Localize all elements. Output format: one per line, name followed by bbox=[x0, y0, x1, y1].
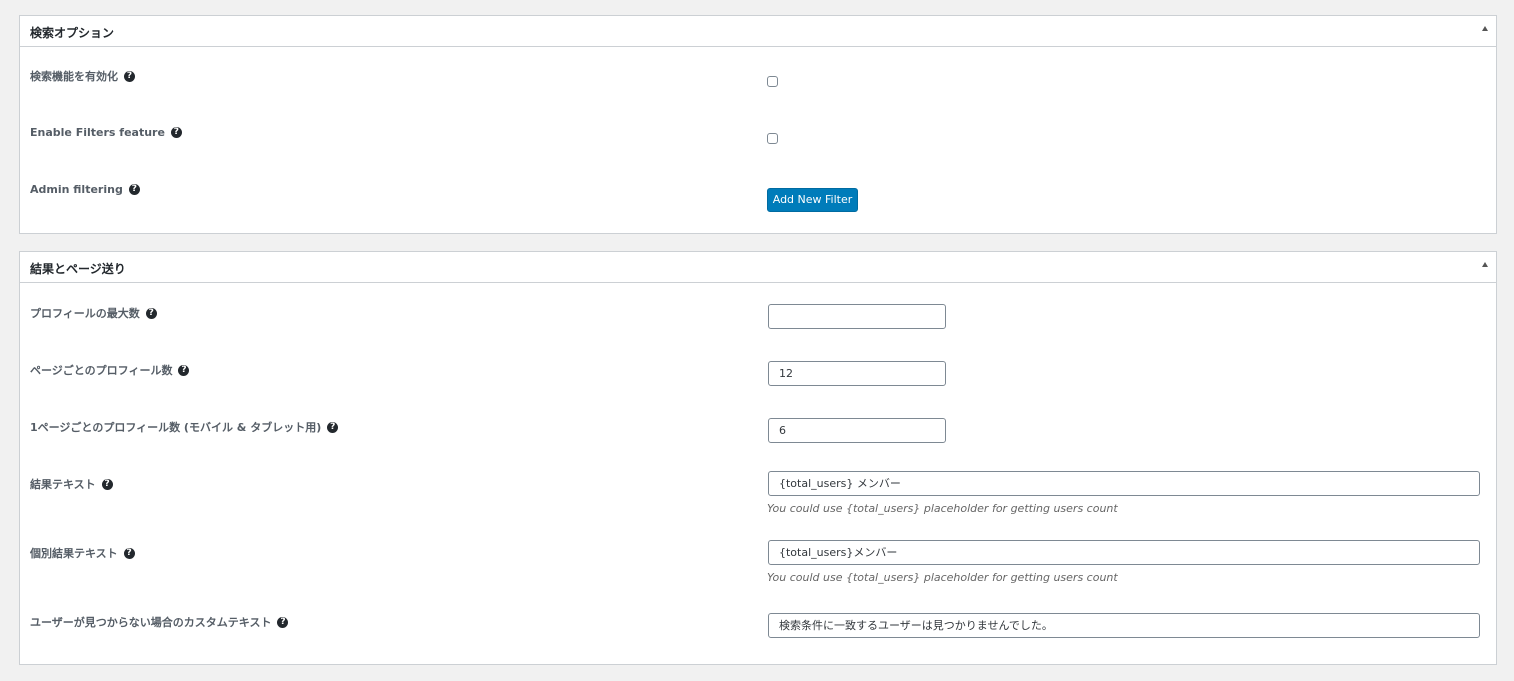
help-icon[interactable]: ? bbox=[101, 478, 113, 490]
enable-filters-checkbox[interactable] bbox=[767, 133, 778, 144]
admin-filtering-label: Admin filtering ? bbox=[30, 183, 140, 196]
search-options-header[interactable]: 検索オプション bbox=[20, 16, 1496, 47]
collapse-toggle-icon[interactable] bbox=[1482, 262, 1488, 267]
help-icon[interactable]: ? bbox=[277, 616, 289, 628]
single-result-text-label: 個別結果テキスト ? bbox=[30, 545, 135, 561]
help-icon[interactable]: ? bbox=[123, 547, 135, 559]
no-users-text-input[interactable]: 検索条件に一致するユーザーは見つかりませんでした。 bbox=[768, 613, 1480, 638]
help-icon[interactable]: ? bbox=[170, 127, 182, 138]
enable-search-checkbox[interactable] bbox=[767, 76, 778, 87]
max-profiles-input[interactable] bbox=[768, 304, 946, 329]
profiles-per-page-label-text: ページごとのプロフィール数 bbox=[30, 364, 173, 377]
enable-search-label-text: 検索機能を有効化 bbox=[30, 70, 118, 83]
results-text-label: 結果テキスト ? bbox=[30, 476, 113, 492]
results-text-description: You could use {total_users} placeholder … bbox=[767, 502, 1118, 515]
enable-filters-label-text: Enable Filters feature bbox=[30, 126, 165, 139]
help-icon[interactable]: ? bbox=[128, 184, 140, 195]
help-icon[interactable]: ? bbox=[145, 307, 157, 319]
profiles-per-page-label: ページごとのプロフィール数 ? bbox=[30, 362, 190, 378]
max-profiles-label-text: プロフィールの最大数 bbox=[30, 307, 140, 320]
search-options-title: 検索オプション bbox=[30, 26, 115, 40]
search-options-panel: 検索オプション 検索機能を有効化 ? Enable Filters featur… bbox=[19, 15, 1497, 234]
no-users-text-label-text: ユーザーが見つからない場合のカスタムテキスト bbox=[30, 616, 272, 629]
results-pagination-panel: 結果とページ送り プロフィールの最大数 ? ページごとのプロフィール数 ? 12… bbox=[19, 251, 1497, 665]
help-icon[interactable]: ? bbox=[327, 421, 339, 433]
single-result-text-input[interactable]: {total_users}メンバー bbox=[768, 540, 1480, 565]
profiles-per-page-mobile-label-text: 1ページごとのプロフィール数 (モバイル & タブレット用) bbox=[30, 421, 322, 434]
results-text-label-text: 結果テキスト bbox=[30, 478, 96, 491]
collapse-toggle-icon[interactable] bbox=[1482, 26, 1488, 31]
help-icon[interactable]: ? bbox=[178, 364, 190, 376]
no-users-text-label: ユーザーが見つからない場合のカスタムテキスト ? bbox=[30, 614, 289, 630]
profiles-per-page-mobile-label: 1ページごとのプロフィール数 (モバイル & タブレット用) ? bbox=[30, 419, 339, 435]
help-icon[interactable]: ? bbox=[124, 70, 135, 82]
profiles-per-page-input[interactable]: 12 bbox=[768, 361, 946, 386]
enable-filters-label: Enable Filters feature ? bbox=[30, 126, 182, 139]
results-pagination-header[interactable]: 結果とページ送り bbox=[20, 252, 1496, 283]
profiles-per-page-mobile-input[interactable]: 6 bbox=[768, 418, 946, 443]
results-text-input[interactable]: {total_users} メンバー bbox=[768, 471, 1480, 496]
add-new-filter-button[interactable]: Add New Filter bbox=[767, 188, 858, 212]
results-pagination-title: 結果とページ送り bbox=[30, 262, 126, 276]
admin-filtering-label-text: Admin filtering bbox=[30, 183, 123, 196]
max-profiles-label: プロフィールの最大数 ? bbox=[30, 305, 157, 321]
single-result-text-label-text: 個別結果テキスト bbox=[30, 547, 118, 560]
single-result-text-description: You could use {total_users} placeholder … bbox=[767, 571, 1118, 584]
enable-search-label: 検索機能を有効化 ? bbox=[30, 68, 135, 84]
